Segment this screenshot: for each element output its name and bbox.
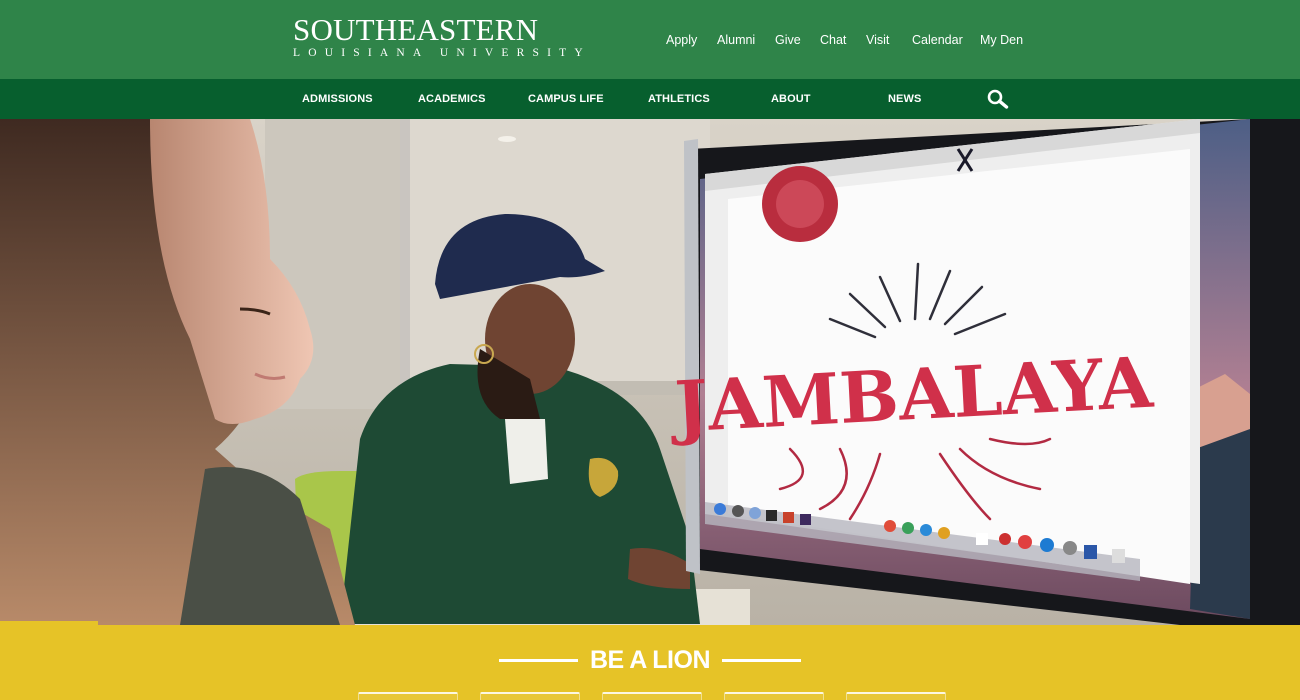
nav-campus-life[interactable]: CAMPUS LIFE [528, 92, 604, 106]
top-header: SOUTHEASTERN LOUISIANA UNIVERSITY Apply … [0, 0, 1300, 79]
search-button[interactable] [986, 88, 1010, 110]
nav-news[interactable]: NEWS [888, 92, 921, 106]
logo-wordmark: SOUTHEASTERN [293, 12, 539, 47]
utility-link-calendar[interactable]: Calendar [912, 31, 963, 49]
hero-media: JAMBALAYA [0, 119, 1300, 625]
utility-link-visit[interactable]: Visit [866, 31, 889, 49]
hero-photo: JAMBALAYA [0, 119, 1300, 625]
utility-link-apply[interactable]: Apply [666, 31, 697, 49]
banner-tab-4[interactable] [724, 692, 824, 700]
banner-title: BE A LION [589, 646, 711, 674]
search-icon [987, 89, 1009, 109]
nav-athletics[interactable]: ATHLETICS [648, 92, 710, 106]
main-nav: ADMISSIONS ACADEMICS CAMPUS LIFE ATHLETI… [0, 79, 1300, 119]
logo-subtitle: LOUISIANA UNIVERSITY [293, 47, 591, 59]
utility-link-alumni[interactable]: Alumni [717, 31, 755, 49]
utility-link-my-den[interactable]: My Den [980, 31, 1023, 49]
banner-accent-strip [0, 621, 98, 625]
heading-rule-right [722, 658, 802, 662]
banner-tab-5[interactable] [846, 692, 946, 700]
university-logo[interactable]: SOUTHEASTERN LOUISIANA UNIVERSITY [293, 12, 591, 64]
banner-heading: BE A LION [0, 644, 1300, 676]
be-a-lion-banner: BE A LION [0, 621, 1300, 700]
heading-rule-left [498, 658, 578, 662]
nav-admissions[interactable]: ADMISSIONS [302, 92, 373, 106]
banner-tab-1[interactable] [358, 692, 458, 700]
nav-about[interactable]: ABOUT [771, 92, 811, 106]
utility-link-give[interactable]: Give [775, 31, 801, 49]
utility-link-chat[interactable]: Chat [820, 31, 846, 49]
banner-tab-3[interactable] [602, 692, 702, 700]
nav-academics[interactable]: ACADEMICS [418, 92, 486, 106]
banner-tab-2[interactable] [480, 692, 580, 700]
